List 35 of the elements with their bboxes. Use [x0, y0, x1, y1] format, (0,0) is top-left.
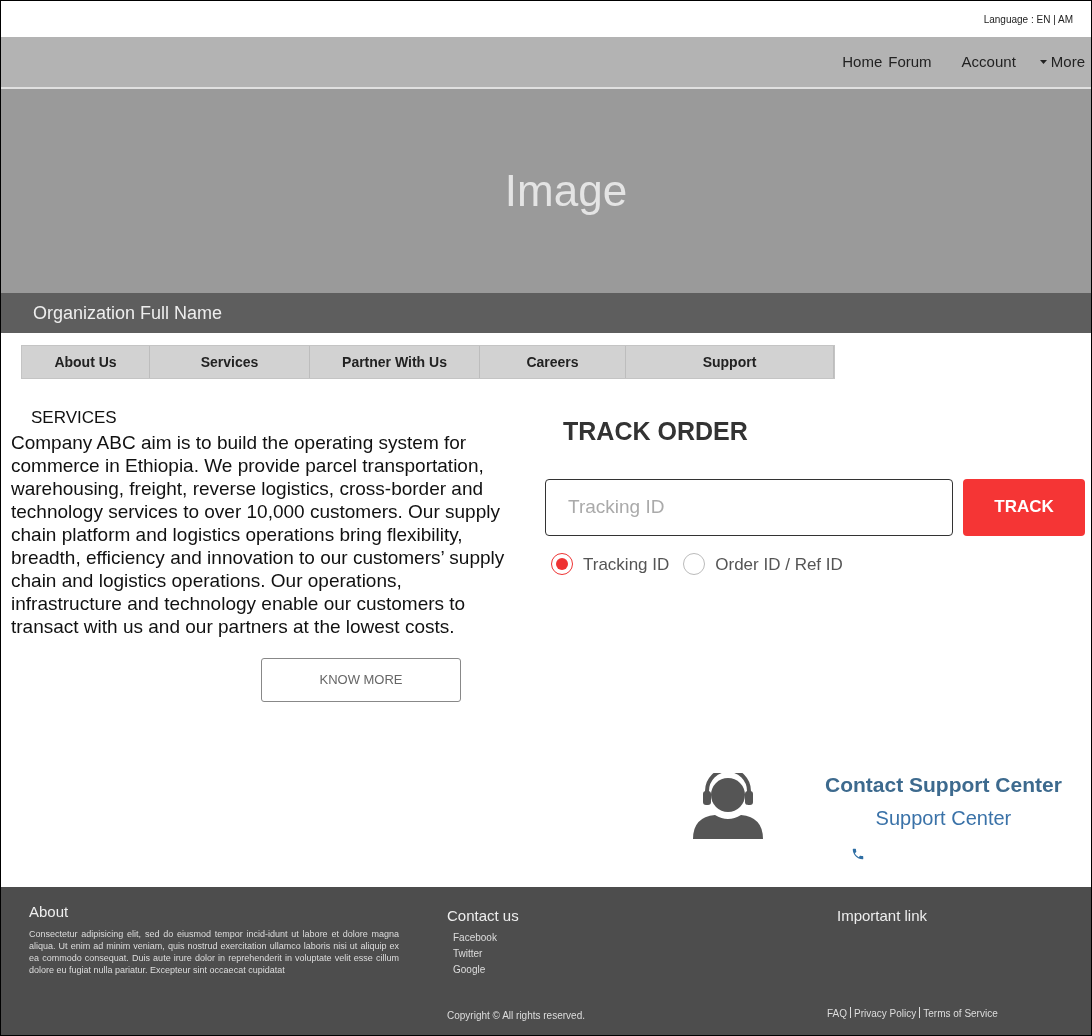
- footer-heading: Contact us: [447, 906, 520, 926]
- nav-link[interactable]: Account: [961, 50, 1016, 74]
- nav-link[interactable]: Forum: [888, 50, 932, 74]
- organization-name: Organization Full Name: [33, 301, 223, 325]
- footer-link[interactable]: FAQ: [827, 1005, 847, 1021]
- contact-support-title: Contact Support Center: [825, 772, 1062, 798]
- tracking-id-field[interactable]: Tracking ID: [545, 478, 953, 536]
- radio-option[interactable]: Order ID / Ref ID: [683, 551, 843, 577]
- know-more-button[interactable]: KNOW MORE: [261, 657, 461, 702]
- nav-link[interactable]: Home: [842, 50, 883, 74]
- tab[interactable]: Support: [626, 346, 834, 378]
- more-menu[interactable]: More: [1039, 50, 1085, 74]
- about-text: Consectetur adipisicing elit, sed do eiusmod tempor incid-idunt ut labore et dolore magna aliqua. Ut enim ad minim veniam, quis nostrud exercitation ullamco laboris nisi ut aliquip ex ea commodo consequat. Duis aute irure dolor in reprehenderit in voluptate velit esse cillum dolore eu fugiat nulla pariatur. Excepteur sint occaecat cupidatat: [29, 927, 399, 976]
- support-agent-icon: [691, 773, 765, 839]
- language-selector[interactable]: Language : EN | AM: [983, 11, 1073, 27]
- tab[interactable]: Services: [150, 346, 310, 378]
- radio-option[interactable]: Tracking ID: [551, 551, 670, 577]
- support-center-link[interactable]: Support Center: [875, 802, 1012, 833]
- social-link[interactable]: Twitter: [453, 945, 837, 962]
- footer-heading: Important link: [837, 906, 929, 926]
- services-description: Company ABC aim is to build the operating system for commerce in Ethiopia. We provide parcel transportation, warehousing, freight, reverse logistics, cross-border and technology services to over 10,000 customers. Our supply chain platform and logistics operations bring flexibility, breadth, efficiency and innovation to our customers’ supply chain and logistics operations. Our operations, infrastructure and technology enable our customers to transact with us and our partners at the lowest costs.: [11, 430, 506, 638]
- track-button[interactable]: TRACK: [963, 478, 1085, 536]
- social-link[interactable]: Google: [453, 961, 837, 978]
- caret-icon: [1039, 60, 1047, 64]
- track-order-title: TRACK ORDER: [563, 416, 749, 447]
- services-heading: SERVICES: [30, 407, 118, 429]
- tab[interactable]: About Us: [22, 346, 150, 378]
- tab[interactable]: Partner With Us: [310, 346, 480, 378]
- footer-heading: About: [29, 902, 70, 922]
- footer-link[interactable]: Privacy Policy: [854, 1005, 917, 1021]
- phone-icon[interactable]: [851, 846, 866, 861]
- footer-link[interactable]: Terms of Service: [923, 1005, 998, 1021]
- tab[interactable]: Careers: [480, 346, 626, 378]
- banner-text: Image: [504, 165, 628, 217]
- social-link[interactable]: Facebook: [453, 929, 837, 946]
